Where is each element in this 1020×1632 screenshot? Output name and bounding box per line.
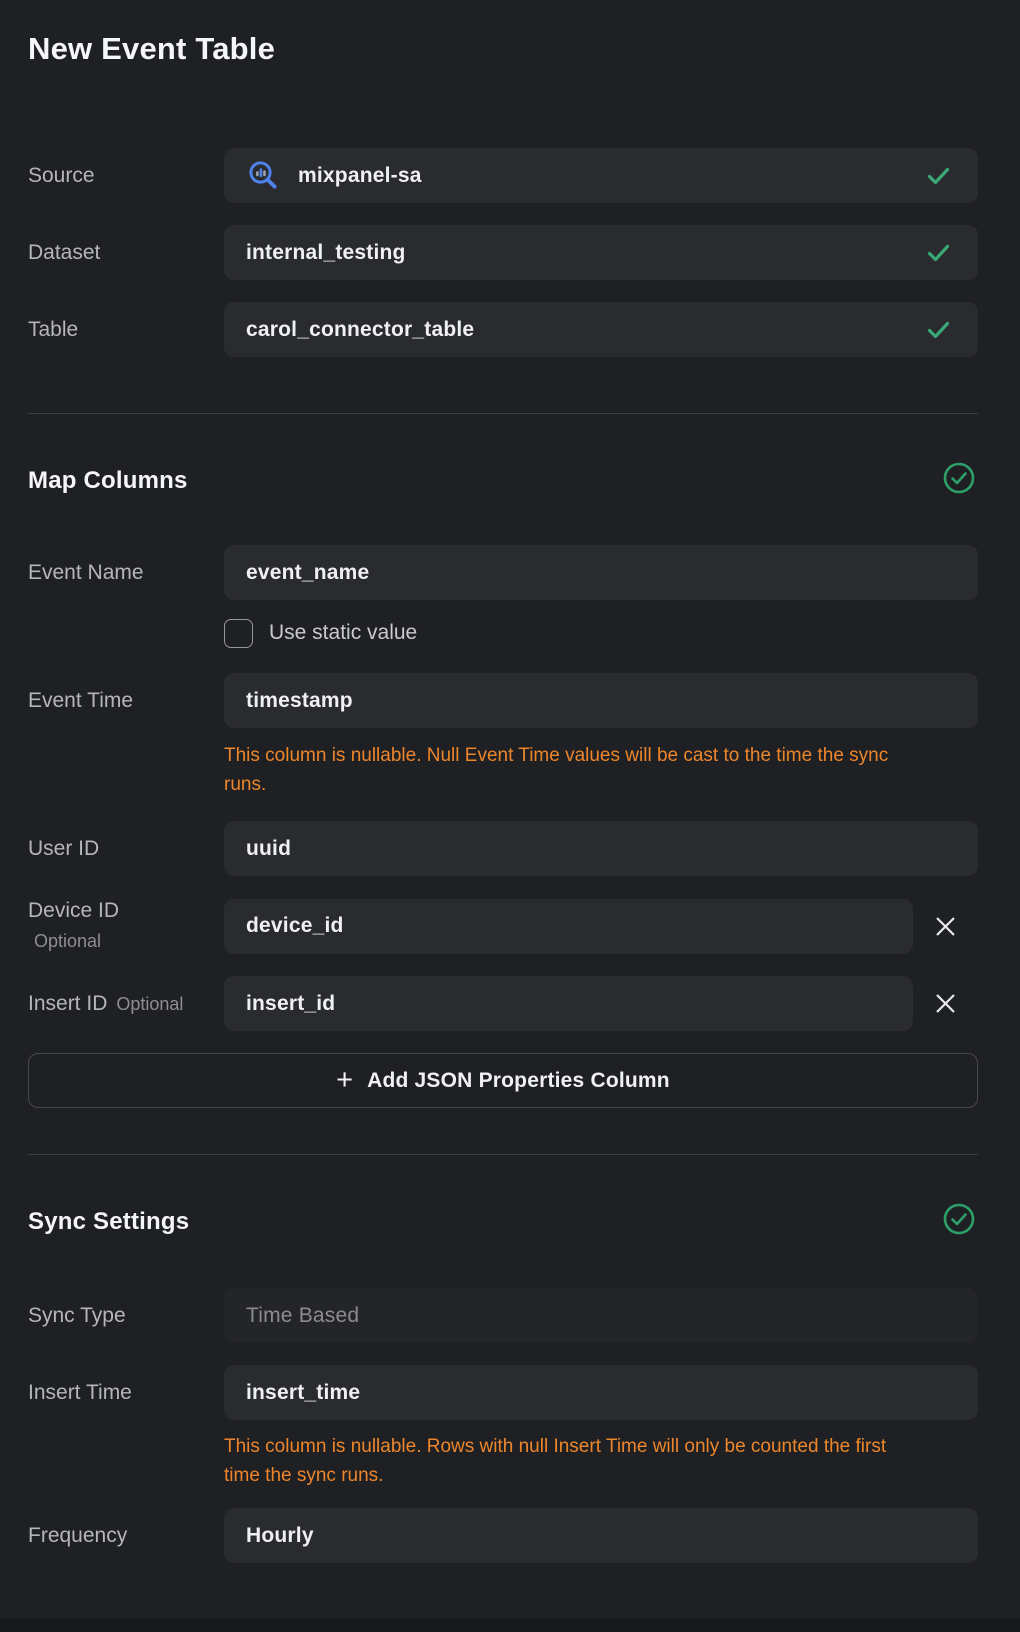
insert-id-optional-note: Optional	[116, 991, 183, 1017]
table-label: Table	[28, 317, 224, 343]
device-id-remove-slot	[913, 909, 978, 943]
plus-icon: +	[336, 1066, 353, 1095]
add-json-properties-label: Add JSON Properties Column	[367, 1069, 670, 1093]
insert-time-field[interactable]: insert_time	[224, 1365, 978, 1420]
circle-check-icon	[943, 1203, 975, 1240]
insert-id-value: insert_id	[246, 992, 335, 1016]
dataset-field[interactable]: internal_testing	[224, 225, 978, 280]
warning-text: time the sync runs.	[224, 1461, 978, 1490]
remove-device-id-button[interactable]	[929, 909, 963, 943]
user-id-row: User ID uuid	[28, 821, 978, 876]
panel-bottom-edge	[0, 1619, 1020, 1632]
new-event-table-panel: New Event Table Source mixpanel-sa	[0, 0, 1020, 1632]
event-time-warning: This column is nullable. Null Event Time…	[224, 741, 978, 799]
warning-text: This column is nullable. Rows with null …	[224, 1432, 978, 1461]
dataset-label: Dataset	[28, 240, 224, 266]
warning-text: This column is nullable. Null Event Time…	[224, 741, 978, 770]
use-static-value-label: Use static value	[269, 621, 417, 645]
map-columns-heading-row: Map Columns	[28, 462, 978, 499]
x-icon	[934, 992, 957, 1015]
event-time-row: Event Time timestamp	[28, 673, 978, 728]
sync-type-label: Sync Type	[28, 1303, 224, 1329]
insert-id-row: Insert ID Optional insert_id	[28, 976, 978, 1031]
frequency-row: Frequency Hourly	[28, 1508, 978, 1563]
check-icon	[927, 244, 950, 262]
sync-settings-heading: Sync Settings	[28, 1206, 189, 1238]
dataset-row: Dataset internal_testing	[28, 225, 978, 280]
circle-check-icon	[943, 462, 975, 499]
user-id-label: User ID	[28, 836, 224, 862]
sync-type-field: Time Based	[224, 1288, 978, 1343]
insert-time-row: Insert Time insert_time	[28, 1365, 978, 1420]
table-field[interactable]: carol_connector_table	[224, 302, 978, 357]
metrics-search-icon	[246, 159, 280, 193]
section-divider	[28, 1154, 978, 1155]
page-title: New Event Table	[28, 0, 978, 67]
frequency-label: Frequency	[28, 1523, 224, 1549]
device-id-field[interactable]: device_id	[224, 899, 913, 954]
insert-time-warning: This column is nullable. Rows with null …	[224, 1432, 978, 1490]
table-value: carol_connector_table	[246, 318, 474, 342]
warning-text: runs.	[224, 770, 978, 799]
frequency-value: Hourly	[246, 1524, 314, 1548]
event-name-label: Event Name	[28, 560, 224, 586]
dataset-value: internal_testing	[246, 241, 406, 265]
section-divider	[28, 413, 978, 414]
sync-settings-heading-row: Sync Settings	[28, 1203, 978, 1240]
user-id-value: uuid	[246, 837, 291, 861]
event-time-value: timestamp	[246, 689, 353, 713]
insert-time-label: Insert Time	[28, 1380, 224, 1406]
insert-id-field[interactable]: insert_id	[224, 976, 913, 1031]
event-name-row: Event Name event_name	[28, 545, 978, 600]
event-time-field[interactable]: timestamp	[224, 673, 978, 728]
add-json-properties-button[interactable]: + Add JSON Properties Column	[28, 1053, 978, 1108]
device-id-label: Device ID Optional	[28, 898, 224, 954]
insert-time-value: insert_time	[246, 1381, 360, 1405]
sync-type-value: Time Based	[246, 1304, 359, 1328]
user-id-field[interactable]: uuid	[224, 821, 978, 876]
source-row: Source mixpanel-sa	[28, 148, 978, 203]
insert-id-remove-slot	[913, 987, 978, 1021]
map-columns-heading: Map Columns	[28, 465, 188, 497]
source-field[interactable]: mixpanel-sa	[224, 148, 978, 203]
source-value: mixpanel-sa	[298, 164, 422, 188]
insert-id-label: Insert ID Optional	[28, 991, 224, 1017]
event-time-label: Event Time	[28, 688, 224, 714]
sync-type-row: Sync Type Time Based	[28, 1288, 978, 1343]
remove-insert-id-button[interactable]	[929, 987, 963, 1021]
device-id-value: device_id	[246, 914, 344, 938]
frequency-field[interactable]: Hourly	[224, 1508, 978, 1563]
table-row: Table carol_connector_table	[28, 302, 978, 357]
source-label: Source	[28, 163, 224, 189]
event-name-value: event_name	[246, 561, 369, 585]
static-value-row: Use static value	[224, 618, 978, 648]
device-id-row: Device ID Optional device_id	[28, 898, 978, 954]
use-static-value-checkbox[interactable]	[224, 619, 253, 648]
device-id-optional-note: Optional	[28, 928, 224, 954]
check-icon	[927, 321, 950, 339]
check-icon	[927, 167, 950, 185]
x-icon	[934, 915, 957, 938]
event-name-field[interactable]: event_name	[224, 545, 978, 600]
